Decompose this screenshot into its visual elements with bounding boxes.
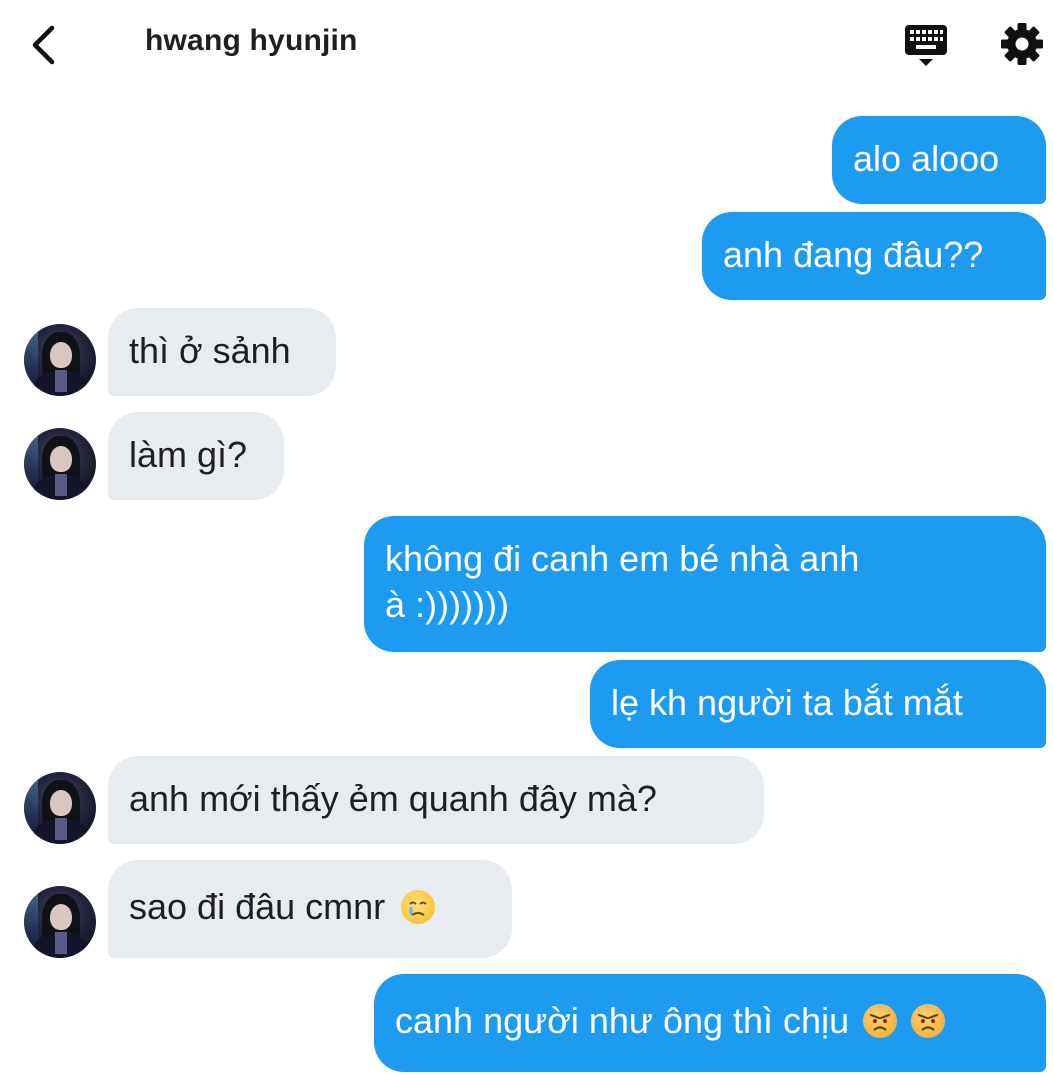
message-text: canh người như ông thì chịu xyxy=(395,1000,850,1041)
chat-header: hwang hyunjin xyxy=(0,0,1053,90)
keyboard-icon xyxy=(905,25,947,66)
keyboard-button[interactable] xyxy=(902,22,950,68)
chevron-left-icon xyxy=(32,25,55,65)
message-text: lẹ kh người ta bắt mắt xyxy=(611,682,963,723)
chat-screen: hwang hyunjin alo alooo anh đang đâu?? t… xyxy=(0,0,1053,1075)
message-bubble-sent[interactable]: không đi canh em bé nhà anh à :))))))) xyxy=(364,516,1046,652)
face-holding-back-tears-emoji xyxy=(401,890,436,924)
contact-avatar[interactable] xyxy=(24,886,96,958)
angry-face-emoji xyxy=(863,1004,898,1038)
message-text: anh mới thấy ẻm quanh đây mà? xyxy=(129,778,657,819)
message-bubble-received[interactable]: sao đi đâu cmnr xyxy=(108,860,512,958)
angry-face-emoji xyxy=(911,1004,946,1038)
message-text: làm gì? xyxy=(129,434,248,475)
message-bubble-received[interactable]: anh mới thấy ẻm quanh đây mà? xyxy=(108,756,764,844)
message-bubble-received[interactable]: thì ở sảnh xyxy=(108,308,336,396)
back-button[interactable] xyxy=(26,20,66,70)
gear-icon xyxy=(1001,23,1043,65)
message-text: anh đang đâu?? xyxy=(723,234,984,275)
contact-avatar[interactable] xyxy=(24,428,96,500)
message-text: sao đi đâu cmnr xyxy=(129,886,386,927)
conversation-title: hwang hyunjin xyxy=(145,24,358,57)
settings-button[interactable] xyxy=(998,20,1046,68)
message-text: thì ở sảnh xyxy=(129,330,291,371)
message-text-line: không đi canh em bé nhà anh xyxy=(385,538,860,579)
message-bubble-sent[interactable]: alo alooo xyxy=(832,116,1046,204)
message-bubble-received[interactable]: làm gì? xyxy=(108,412,284,500)
contact-avatar[interactable] xyxy=(24,772,96,844)
message-bubble-sent[interactable]: canh người như ông thì chịu xyxy=(374,974,1046,1072)
message-bubble-sent[interactable]: lẹ kh người ta bắt mắt xyxy=(590,660,1046,748)
message-bubble-sent[interactable]: anh đang đâu?? xyxy=(702,212,1046,300)
contact-avatar[interactable] xyxy=(24,324,96,396)
message-text: alo alooo xyxy=(853,138,1000,179)
message-text-line: à :))))))) xyxy=(385,584,509,625)
